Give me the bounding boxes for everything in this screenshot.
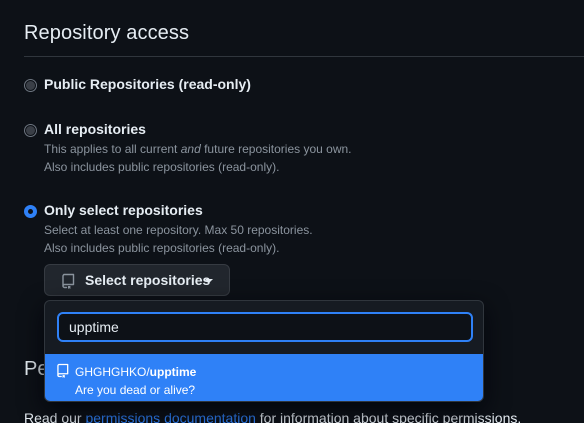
section-divider [24, 56, 584, 57]
repository-search-dropdown: GHGHGHKO/upptime Are you dead or alive? [44, 300, 484, 402]
select-repositories-label: Select repositories [85, 272, 211, 288]
repo-icon [57, 363, 70, 383]
option-all-repositories[interactable]: All repositories This applies to all cur… [24, 121, 444, 177]
repository-result-item[interactable]: GHGHGHKO/upptime Are you dead or alive? [45, 354, 483, 401]
option-public-repositories[interactable]: Public Repositories (read-only) [24, 76, 324, 96]
public-repositories-radio[interactable] [24, 79, 37, 92]
only-select-repositories-label: Only select repositories [44, 202, 203, 218]
all-repositories-note-line2: Also includes public repositories (read-… [44, 160, 280, 174]
repo-icon [62, 273, 76, 292]
repository-result-description: Are you dead or alive? [75, 383, 196, 397]
permissions-documentation-link[interactable]: permissions documentation [85, 410, 255, 423]
all-repositories-label: All repositories [44, 121, 146, 137]
only-select-repositories-radio[interactable] [24, 205, 37, 218]
repository-search-input[interactable] [57, 312, 473, 342]
section-title: Repository access [24, 22, 190, 44]
public-repositories-label: Public Repositories (read-only) [44, 76, 251, 92]
permissions-help-text: Read our permissions documentation for i… [24, 410, 521, 423]
repository-result-full-name: GHGHGHKO/upptime [75, 365, 197, 379]
select-repositories-button[interactable]: Select repositories [44, 264, 230, 296]
only-select-note-line2: Also includes public repositories (read-… [44, 241, 280, 255]
all-repositories-note-line1: This applies to all current and future r… [44, 142, 352, 156]
only-select-note-line1: Select at least one repository. Max 50 r… [44, 223, 313, 237]
repository-access-page: Repository access Public Repositories (r… [0, 0, 584, 423]
all-repositories-radio[interactable] [24, 124, 37, 137]
option-only-select-repositories[interactable]: Only select repositories Select at least… [24, 202, 444, 258]
caret-down-icon [205, 279, 213, 283]
